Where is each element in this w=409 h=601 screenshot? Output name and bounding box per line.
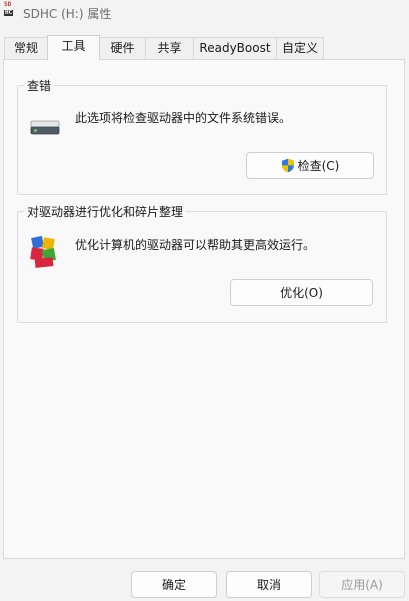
tab-general[interactable]: 常规: [4, 37, 48, 59]
check-button-label: 检查(C): [297, 159, 340, 173]
check-button[interactable]: 检查(C): [246, 152, 374, 179]
ok-button[interactable]: 确定: [131, 571, 217, 598]
error-check-description: 此选项将检查驱动器中的文件系统错误。: [75, 111, 292, 125]
optimize-title: 对驱动器进行优化和碎片整理: [24, 203, 187, 220]
ok-button-label: 确定: [161, 578, 186, 592]
optimize-button[interactable]: 优化(O): [230, 279, 373, 306]
cancel-button[interactable]: 取消: [226, 571, 312, 598]
window-title: SDHC (H:) 属性: [23, 7, 112, 21]
dialog-footer: 确定 取消 应用(A): [0, 559, 409, 601]
tab-sharing[interactable]: 共享: [145, 37, 194, 59]
tab-readyboost[interactable]: ReadyBoost: [193, 37, 277, 59]
error-check-title: 查错: [24, 77, 55, 94]
drive-icon: [30, 120, 60, 135]
optimize-description: 优化计算机的驱动器可以帮助其更高效运行。: [75, 238, 316, 252]
apply-button-label: 应用(A): [341, 578, 383, 592]
shield-icon: [281, 158, 294, 173]
tab-strip: 常规 工具 硬件 共享 ReadyBoost 自定义: [0, 35, 409, 60]
defrag-icon: [30, 235, 56, 268]
tab-tools[interactable]: 工具: [47, 35, 100, 60]
tab-customize[interactable]: 自定义: [276, 37, 324, 59]
tab-hardware[interactable]: 硬件: [99, 37, 146, 59]
optimize-button-label: 优化(O): [280, 286, 323, 300]
cancel-button-label: 取消: [256, 578, 281, 592]
error-check-group: 查错 此选项将检查驱动器中的文件系统错误。 检查(C): [17, 77, 387, 195]
optimize-group: 对驱动器进行优化和碎片整理 优化计算机的驱动器可以帮助其更高效运行。 优化(O): [17, 203, 387, 323]
sd-card-app-icon: SD HC: [4, 1, 14, 16]
apply-button: 应用(A): [319, 571, 405, 598]
title-bar: SD HC SDHC (H:) 属性: [0, 0, 409, 30]
